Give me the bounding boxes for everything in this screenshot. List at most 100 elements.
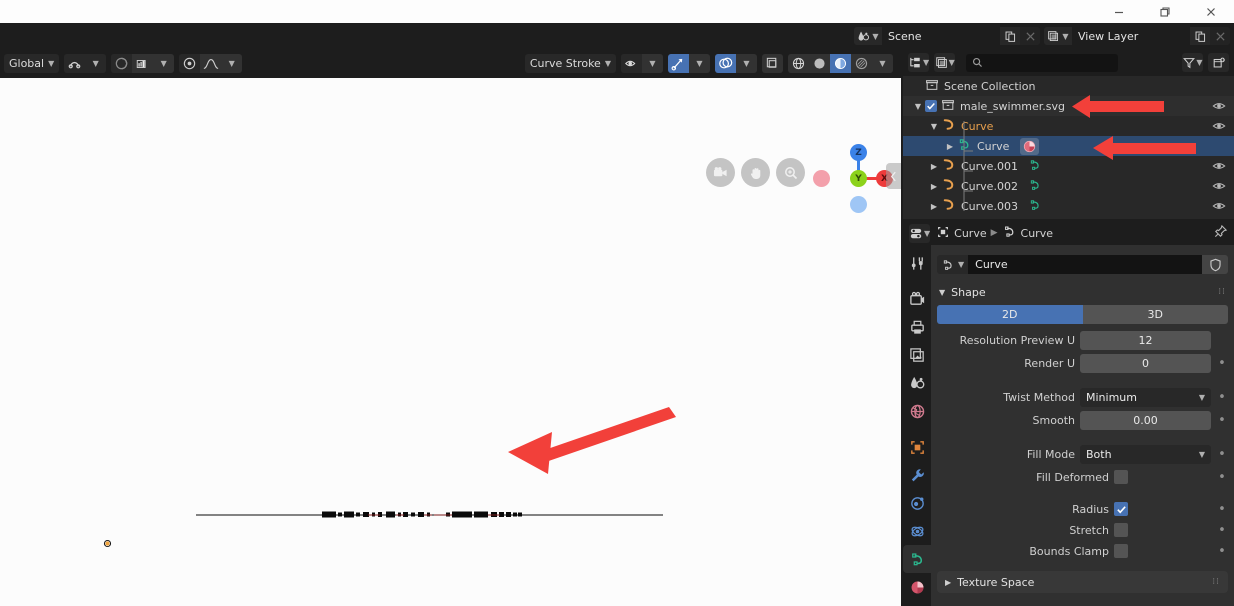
breadcrumb-object-label[interactable]: Curve	[954, 227, 986, 240]
gizmo-group[interactable]: ▼	[668, 54, 710, 73]
scene-unlink-button[interactable]	[1020, 27, 1040, 45]
animate-property-dot[interactable]: •	[1216, 523, 1228, 538]
falloff-smooth-icon[interactable]	[179, 54, 201, 73]
render-u-field[interactable]: 0	[1080, 353, 1211, 373]
outliner-search-input[interactable]	[966, 53, 1119, 72]
view-layer-unlink-button[interactable]	[1210, 27, 1230, 45]
properties-tab-view-layer[interactable]	[903, 341, 931, 369]
scene-new-button[interactable]	[1000, 27, 1020, 45]
expander-right-icon[interactable]: ▶	[927, 162, 941, 171]
proportional-edit-group[interactable]: ▼	[111, 54, 175, 73]
visibility-dropdown[interactable]: ▼	[642, 54, 663, 73]
expander-right-icon[interactable]: ▶	[927, 182, 941, 191]
xray-group[interactable]	[762, 54, 783, 73]
view-layer-new-button[interactable]	[1190, 27, 1210, 45]
expander-right-icon[interactable]: ▶	[927, 202, 941, 211]
visibility-eye-icon[interactable]	[1210, 100, 1228, 112]
animate-property-dot[interactable]: •	[1216, 502, 1228, 517]
outliner-row-curve-001[interactable]: ▶ Curve.001	[903, 156, 1234, 176]
animate-property-dot[interactable]: •	[1216, 544, 1228, 559]
proportional-falloff-icon[interactable]	[132, 54, 154, 73]
scene-name-field[interactable]: Scene	[882, 27, 1000, 45]
radius-checkbox[interactable]	[1114, 502, 1128, 516]
breadcrumb-data-label[interactable]: Curve	[1021, 227, 1053, 240]
visibility-eye-icon[interactable]	[1210, 180, 1228, 192]
collection-checkbox[interactable]	[925, 100, 937, 112]
curve-data-icon[interactable]	[1028, 178, 1042, 195]
dimension-3d-button[interactable]: 3D	[1082, 305, 1228, 324]
shading-material-icon[interactable]	[830, 54, 851, 73]
outliner-tree[interactable]: Scene Collection ▼ male_swimmer.svg ▼ Cu…	[903, 76, 1234, 219]
view-layer-name-field[interactable]: View Layer	[1072, 27, 1190, 45]
gizmo-icon[interactable]	[668, 54, 689, 73]
visibility-group[interactable]: ▼	[621, 54, 663, 73]
outliner-row-male-swimmer[interactable]: ▼ male_swimmer.svg	[903, 96, 1234, 116]
expander-down-icon[interactable]: ▼	[927, 122, 941, 131]
shading-dropdown[interactable]: ▼	[872, 54, 893, 73]
falloff-curve-icon[interactable]	[200, 54, 222, 73]
animate-property-dot[interactable]: •	[1216, 390, 1228, 405]
outliner-display-mode-button[interactable]: ▼	[934, 53, 956, 72]
bounds-clamp-checkbox[interactable]	[1114, 544, 1128, 558]
snap-dropdown[interactable]: ▼	[85, 54, 107, 73]
maximize-button[interactable]	[1142, 0, 1188, 23]
curve-data-icon[interactable]	[1028, 158, 1042, 175]
view-layer-browse-button[interactable]: ▼	[1044, 27, 1072, 45]
fill-mode-dropdown[interactable]: Both ▼	[1080, 444, 1211, 464]
overlays-icon[interactable]	[715, 54, 736, 73]
scene-datablock[interactable]: ▼ Scene	[854, 27, 1040, 45]
snap-magnet-icon[interactable]	[64, 54, 86, 73]
curve-datablock-name-field[interactable]: Curve	[968, 255, 1202, 274]
active-tool-dropdown[interactable]: Curve Stroke ▼	[524, 54, 616, 73]
view-layer-icon[interactable]: ▼	[934, 53, 956, 72]
expander-right-icon[interactable]: ▶	[945, 578, 951, 587]
visibility-icon[interactable]	[621, 54, 642, 73]
properties-editor-type-button[interactable]: ▼	[909, 223, 931, 243]
visibility-eye-icon[interactable]	[1210, 160, 1228, 172]
texture-space-panel-header[interactable]: ▶ Texture Space ⁞⁞	[937, 571, 1228, 593]
expander-right-icon[interactable]: ▶	[943, 142, 957, 151]
properties-tab-particles[interactable]	[903, 489, 931, 517]
visibility-eye-icon[interactable]	[1210, 200, 1228, 212]
expander-down-icon[interactable]: ▼	[911, 102, 925, 111]
gizmo-dropdown[interactable]: ▼	[689, 54, 710, 73]
pin-icon[interactable]	[1213, 224, 1228, 242]
smooth-field[interactable]: 0.00	[1080, 410, 1211, 430]
properties-tab-physics[interactable]	[903, 517, 931, 545]
shape-panel-header[interactable]: ▼ Shape ⁞⁞	[931, 281, 1234, 303]
animate-property-dot[interactable]: •	[1216, 413, 1228, 428]
properties-tab-object[interactable]	[903, 433, 931, 461]
shading-rendered-icon[interactable]	[851, 54, 872, 73]
properties-editor-type-icon[interactable]: ▼	[909, 223, 931, 243]
twist-method-dropdown[interactable]: Minimum ▼	[1080, 387, 1211, 407]
fake-user-button[interactable]	[1202, 255, 1228, 274]
outliner-row-curve-data[interactable]: ▶ Curve	[903, 136, 1234, 156]
animate-property-dot[interactable]: •	[1216, 470, 1228, 485]
expander-down-icon[interactable]: ▼	[939, 288, 945, 297]
viewport-canvas[interactable]: Z Y X	[0, 78, 901, 606]
xray-icon[interactable]	[762, 54, 783, 73]
minimize-button[interactable]	[1096, 0, 1142, 23]
curve-data-icon[interactable]	[1028, 198, 1042, 215]
resolution-preview-u-field[interactable]: 12	[1080, 330, 1211, 350]
outliner-editor-type-button[interactable]: ▼	[908, 53, 930, 72]
properties-tab-output[interactable]	[903, 313, 931, 341]
properties-tab-world[interactable]	[903, 397, 931, 425]
properties-tab-tool[interactable]	[903, 249, 931, 277]
filter-icon[interactable]: ▼	[1182, 53, 1203, 72]
fill-deformed-checkbox[interactable]	[1114, 470, 1128, 484]
dimension-2d-button[interactable]: 2D	[937, 305, 1083, 324]
outliner-filter-button[interactable]: ▼	[1182, 53, 1203, 72]
properties-tab-column[interactable]	[903, 245, 931, 606]
properties-tab-scene[interactable]	[903, 369, 931, 397]
stretch-checkbox[interactable]	[1114, 523, 1128, 537]
new-collection-button[interactable]	[1208, 53, 1229, 72]
outliner-editor-type-icon[interactable]: ▼	[908, 53, 930, 72]
properties-tab-modifiers[interactable]	[903, 461, 931, 489]
curve-datablock-selector[interactable]: ▼ Curve	[937, 255, 1228, 274]
shading-wireframe-icon[interactable]	[788, 54, 809, 73]
properties-tab-render[interactable]	[903, 285, 931, 313]
shading-solid-icon[interactable]	[809, 54, 830, 73]
material-icon[interactable]	[1020, 137, 1040, 155]
curve-dimension-toggle[interactable]: 2D 3D	[937, 305, 1228, 324]
